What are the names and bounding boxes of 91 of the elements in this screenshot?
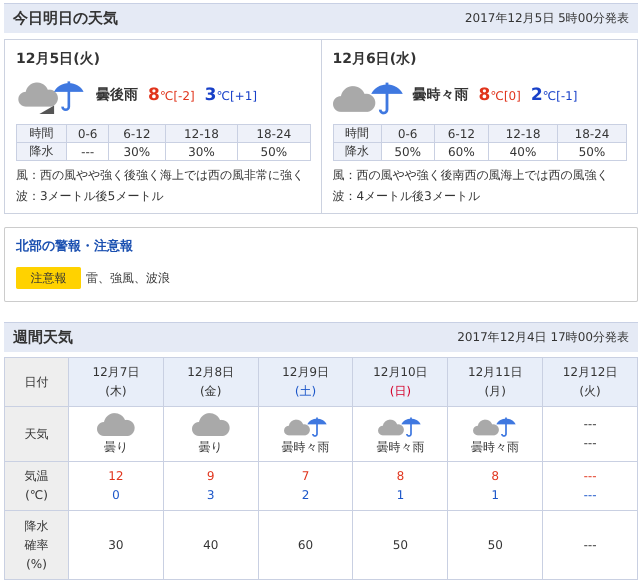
column-header: 18-24: [558, 124, 626, 142]
weekday-text: (火): [579, 383, 601, 400]
low-temp: 0: [112, 487, 120, 504]
column-header: 12-18: [165, 124, 238, 142]
issued-time: 2017年12月5日 5時00分発表: [464, 10, 629, 27]
weather-label: 曇り: [198, 438, 223, 456]
date-text: 12月12日: [562, 364, 618, 381]
table-cell: 50: [352, 510, 448, 580]
table-cell: 50%: [558, 142, 626, 160]
advisory-text: 雷、強風、波浪: [86, 270, 170, 286]
table-cell: 30%: [165, 142, 238, 160]
table-cell: 60%: [434, 142, 489, 160]
high-temp: 8: [478, 85, 490, 105]
temp-diff: [-1]: [556, 89, 578, 103]
wave-text: 波：3メートル後5メートル: [16, 188, 164, 205]
row-header: 時間: [16, 124, 67, 142]
section-title: 週間天気: [13, 328, 73, 347]
date-text: 12月7日: [92, 364, 140, 381]
high-temp: 9: [206, 468, 215, 485]
low-temp: 1: [491, 487, 500, 504]
low-temp: 2: [302, 487, 310, 504]
column-header: 18-24: [238, 124, 310, 142]
table-cell: 40%: [488, 142, 558, 160]
row-header: 降水: [24, 518, 48, 534]
row-header: (%): [26, 556, 47, 572]
issued-time: 2017年12月4日 17時00分発表: [457, 329, 629, 346]
temp-unit: ℃: [490, 89, 504, 103]
weather-label: 曇時々雨: [412, 86, 468, 104]
row-header: 降水: [333, 142, 382, 160]
temp-unit: ℃: [216, 89, 230, 103]
date-text: 12月9日: [282, 364, 330, 381]
temp-unit: ℃: [542, 89, 556, 103]
temp-diff: [+1]: [230, 89, 258, 103]
wind-text: 風：西の風やや強く後強く海上では西の風非常に強く: [16, 167, 305, 184]
row-header: 天気: [4, 406, 68, 462]
weather-label: 曇り: [104, 438, 128, 456]
table-cell: ---: [66, 142, 108, 160]
weather-label: 曇時々雨: [376, 438, 424, 456]
table-cell: 30%: [108, 142, 166, 160]
table-cell: ---: [542, 510, 638, 580]
warning-title[interactable]: 北部の警報・注意報: [16, 237, 626, 255]
column-header: 12-18: [488, 124, 558, 142]
row-header: 確率: [24, 536, 48, 554]
column-header: 0-6: [66, 124, 108, 142]
low-temp: 1: [396, 487, 404, 504]
row-header: 日付: [4, 358, 68, 406]
day-date: 12月6日(水): [332, 50, 418, 68]
weekday-text: (金): [200, 383, 222, 400]
weekday-text: (日): [390, 383, 412, 400]
high-temp: 8: [491, 468, 500, 485]
low-temp: 2: [530, 85, 543, 105]
wave-text: 波：4メートル後3メートル: [332, 188, 481, 205]
row-header: 時間: [333, 124, 382, 142]
row-header: 気温: [24, 468, 48, 485]
high-temp: 7: [302, 468, 310, 485]
weekday-text: (土): [294, 383, 316, 400]
column-header: 6-12: [434, 124, 489, 142]
weekday-text: (木): [105, 383, 127, 400]
high-temp: ---: [584, 468, 597, 485]
table-cell: 40: [163, 510, 258, 580]
high-temp: 8: [396, 468, 404, 485]
no-data-text: ---: [584, 416, 597, 433]
date-text: 12月8日: [187, 364, 234, 381]
table-cell: 50%: [238, 142, 310, 160]
temp-diff: [-2]: [173, 89, 195, 103]
column-header: 0-6: [381, 124, 434, 142]
low-temp: 3: [204, 85, 216, 105]
row-header: 降水: [16, 142, 67, 160]
table-cell: 50%: [381, 142, 434, 160]
table-cell: 60: [258, 510, 353, 580]
column-header: 6-12: [108, 124, 166, 142]
date-text: 12月10日: [373, 364, 428, 381]
weather-label: 曇時々雨: [471, 438, 520, 456]
high-temp: 8: [148, 85, 160, 105]
wind-text: 風：西の風やや強く後南西の風海上では西の風強く: [332, 167, 610, 184]
table-cell: 50: [448, 510, 543, 580]
date-text: 12月11日: [468, 364, 522, 381]
day-date: 12月5日(火): [16, 50, 102, 68]
weekday-text: (月): [484, 383, 506, 400]
row-header: (℃): [25, 487, 48, 504]
low-temp: 3: [206, 487, 215, 504]
weather-label: 曇時々雨: [282, 438, 330, 456]
advisory-badge: 注意報: [16, 267, 81, 289]
temp-diff: [0]: [504, 89, 521, 103]
high-temp: 12: [108, 468, 124, 485]
temp-unit: ℃: [160, 89, 174, 103]
low-temp: ---: [584, 487, 597, 504]
weather-label: ---: [584, 435, 597, 452]
weather-label: 曇後雨: [96, 86, 138, 104]
section-title: 今日明日の天気: [13, 9, 118, 28]
table-cell: 30: [68, 510, 164, 580]
